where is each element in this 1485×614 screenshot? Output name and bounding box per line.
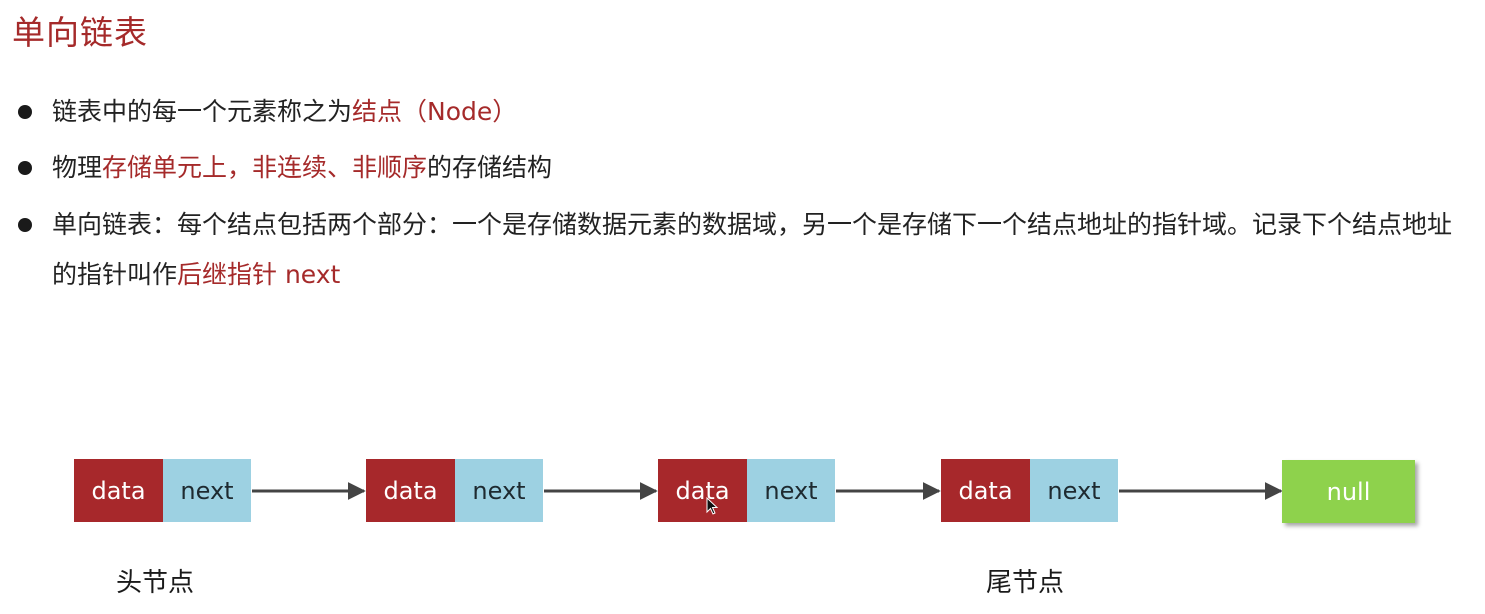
head-node-label: 头节点 [116, 568, 195, 598]
list-node-2: data next [366, 459, 543, 522]
data-field: data [366, 459, 455, 522]
next-field: next [455, 459, 543, 522]
list-node-3: data next [658, 459, 835, 522]
data-field: data [941, 459, 1030, 522]
data-field: data [658, 459, 747, 522]
list-node-tail: data next [941, 459, 1118, 522]
null-terminator: null [1282, 460, 1415, 523]
data-field: data [74, 459, 163, 522]
next-field: next [1030, 459, 1118, 522]
list-node-head: data next [74, 459, 251, 522]
tail-node-label: 尾节点 [986, 568, 1065, 598]
mouse-cursor-icon [706, 497, 719, 515]
next-field: next [163, 459, 251, 522]
next-field: next [747, 459, 835, 522]
